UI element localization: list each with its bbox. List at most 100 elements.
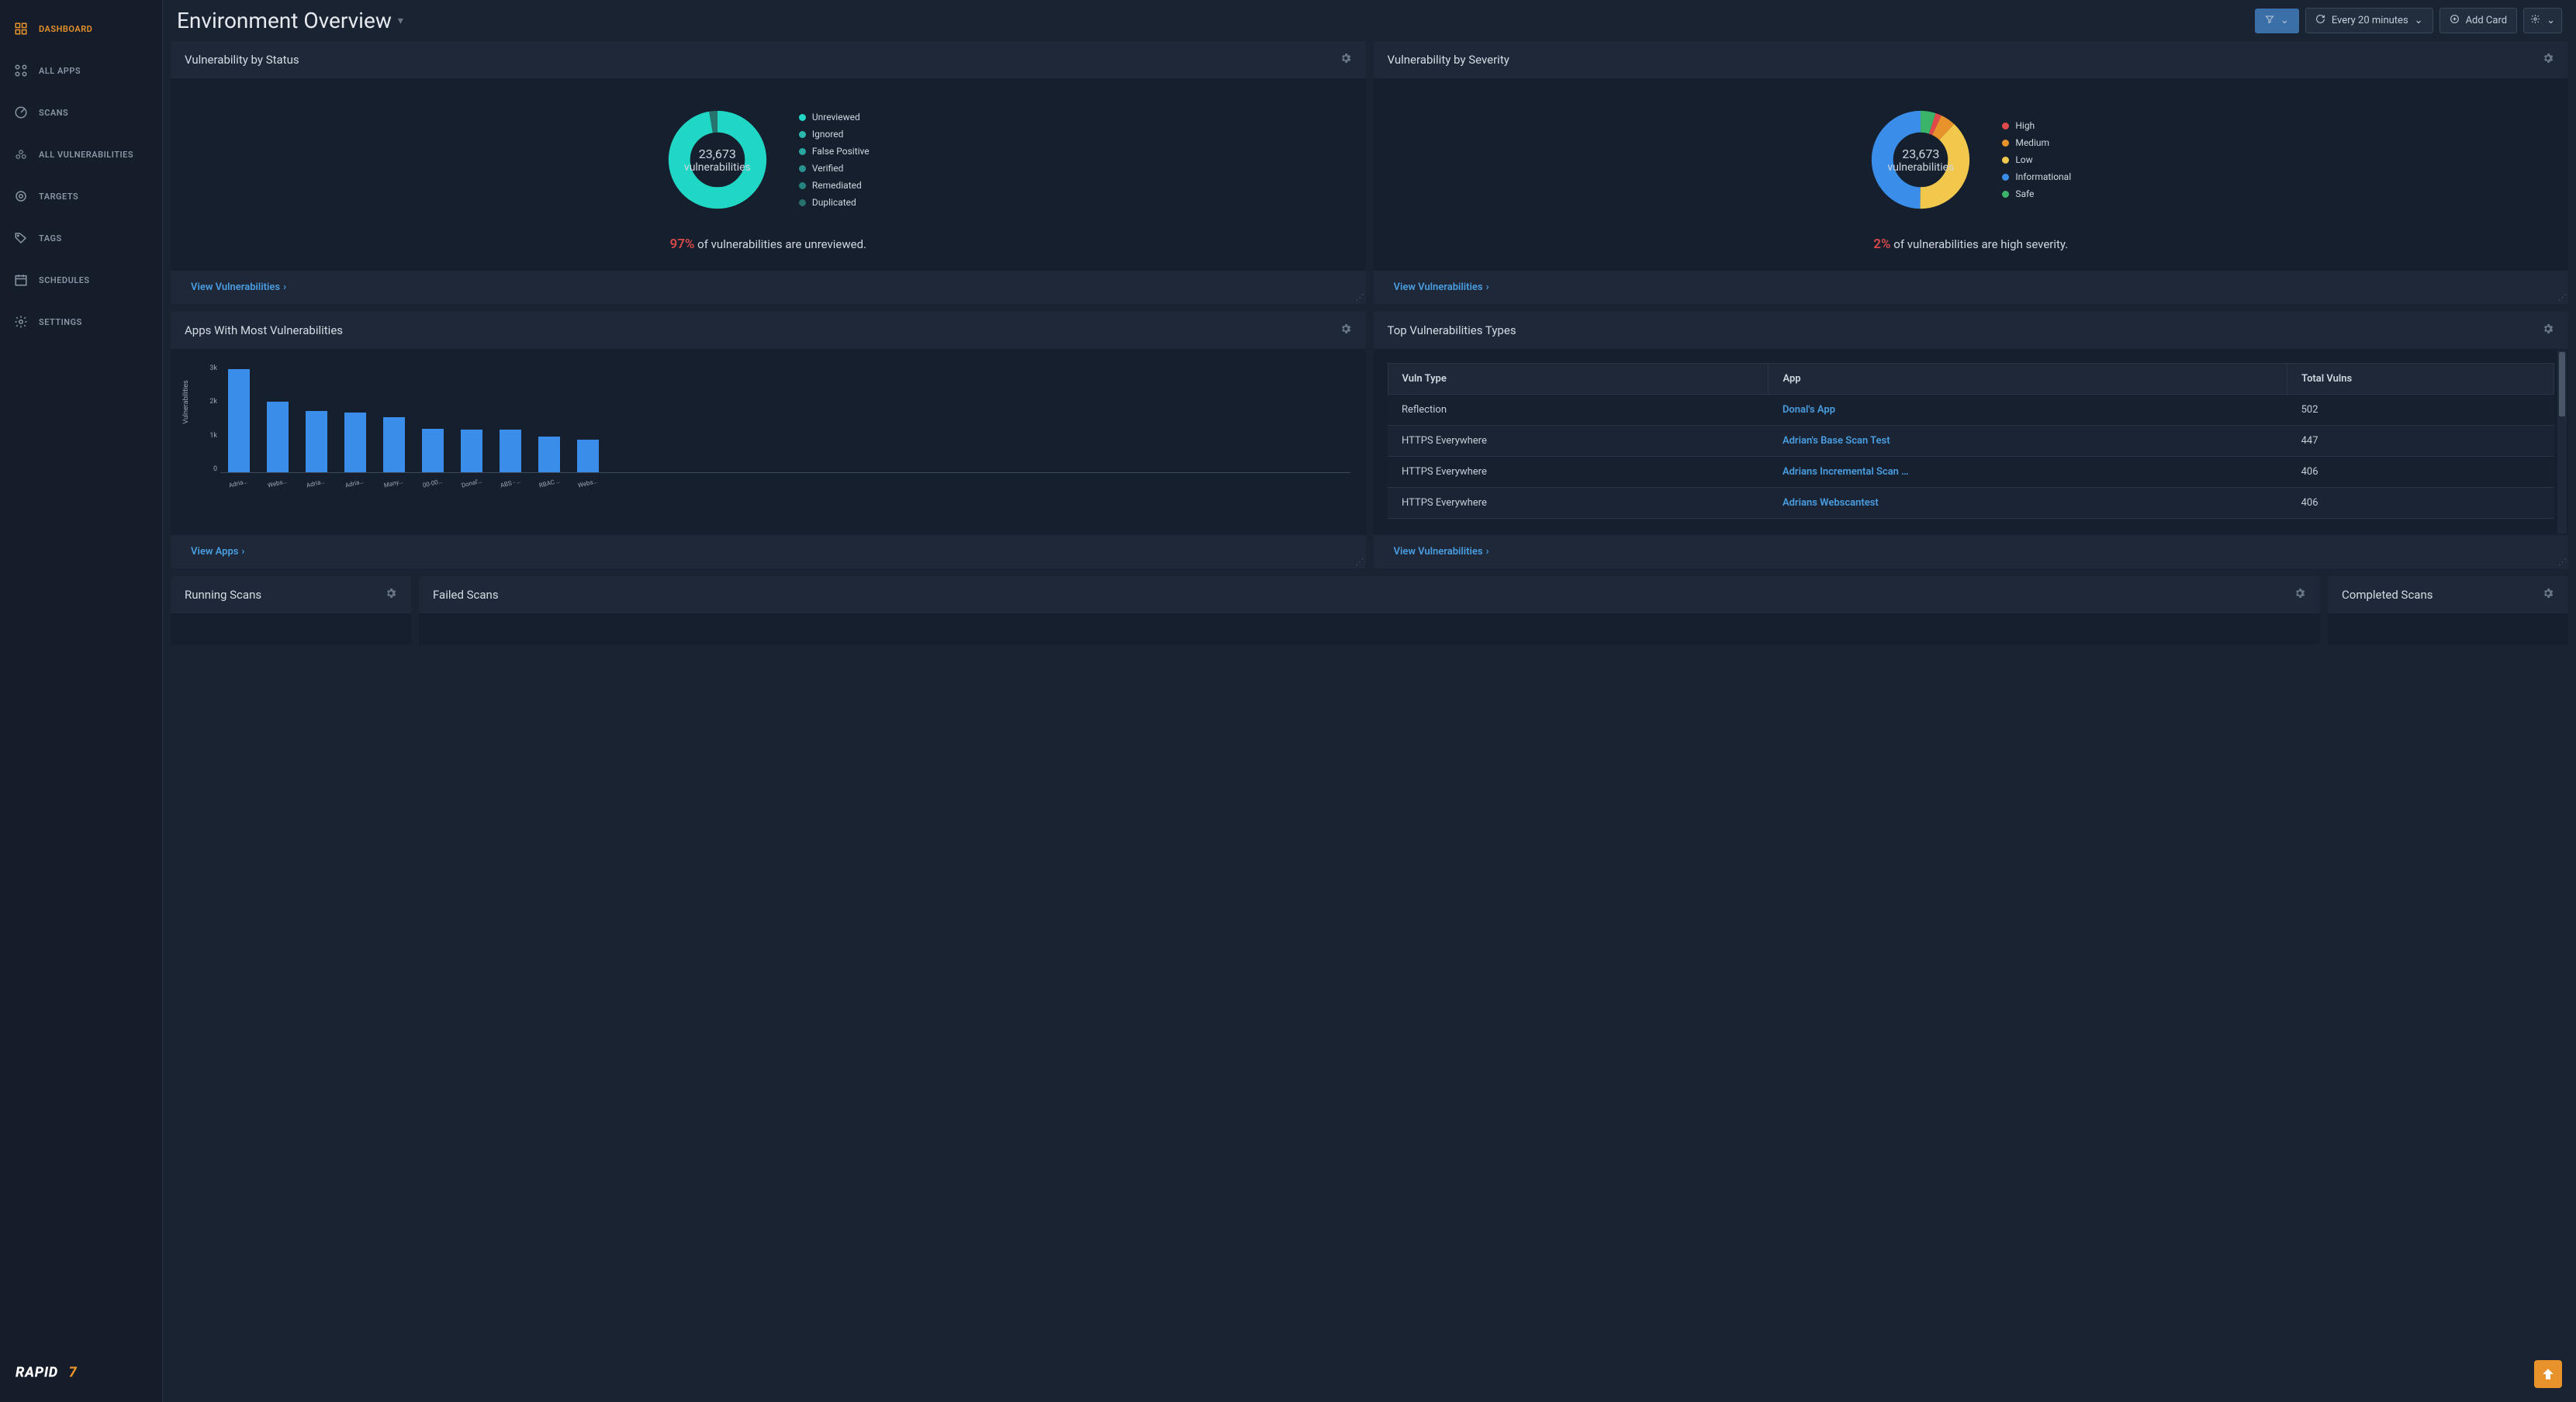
donut-chart-status: 23,673 vulnerabilities: [667, 109, 768, 210]
legend-status: Unreviewed Ignored False Positive Verifi…: [799, 112, 870, 208]
vuln-types-table: Vuln Type App Total Vulns ReflectionDona…: [1388, 363, 2555, 519]
resize-handle[interactable]: ⋰: [2558, 557, 2567, 567]
cell-total: 502: [2287, 395, 2554, 426]
view-vulnerabilities-link[interactable]: View Vulnerabilities›: [191, 281, 286, 293]
x-label: Adrians Incre…: [306, 477, 328, 489]
x-label: Webscantest 2: [577, 477, 600, 489]
sidebar-item-settings[interactable]: SETTINGS: [0, 301, 162, 343]
table-header[interactable]: App: [1769, 364, 2287, 395]
y-axis-ticks: 3k2k1k0: [203, 364, 217, 473]
table-row[interactable]: HTTPS Everywhere Adrians Incremental Scan…: [1388, 457, 2554, 488]
tag-icon: [14, 231, 28, 245]
app-link[interactable]: Adrians Webscantest: [1782, 497, 1879, 509]
page-title: Environment Overview ▾: [177, 8, 403, 33]
filter-button[interactable]: ⌄: [2255, 9, 2299, 33]
card-settings-icon[interactable]: [385, 587, 397, 603]
bar[interactable]: [344, 413, 366, 472]
resize-handle[interactable]: ⋰: [1356, 557, 1364, 567]
table-row[interactable]: HTTPS EverywhereAdrian's Base Scan Test4…: [1388, 426, 2554, 457]
table-row[interactable]: HTTPS EverywhereAdrians Webscantest406: [1388, 488, 2554, 519]
bar[interactable]: [461, 430, 482, 472]
legend-item: Safe: [2002, 188, 2071, 199]
card-settings-icon[interactable]: [2542, 323, 2554, 338]
resize-handle[interactable]: ⋰: [1356, 292, 1364, 302]
sidebar-item-label: SCHEDULES: [39, 275, 90, 285]
x-label: Adrians Web…: [344, 477, 367, 489]
bar[interactable]: [267, 402, 289, 472]
x-label: Webscantest: [267, 477, 289, 489]
donut-center-label: vulnerabilities: [1887, 161, 1954, 174]
chevron-down-icon[interactable]: ▾: [398, 15, 403, 27]
scroll-thumb[interactable]: [2559, 352, 2565, 416]
bar[interactable]: [228, 369, 250, 472]
view-vulnerabilities-link[interactable]: View Vulnerabilities›: [1394, 281, 1489, 293]
sidebar-item-label: TARGETS: [39, 192, 78, 202]
refresh-interval-button[interactable]: Every 20 minutes ⌄: [2305, 8, 2433, 33]
card-settings-icon[interactable]: [1340, 323, 1352, 338]
gear-icon: [14, 315, 28, 329]
refresh-interval-label: Every 20 minutes: [2332, 15, 2408, 26]
sidebar-item-targets[interactable]: TARGETS: [0, 175, 162, 217]
cell-vuln-type: HTTPS Everywhere: [1388, 457, 1769, 488]
card-settings-icon[interactable]: [2542, 52, 2554, 67]
view-vulnerabilities-link[interactable]: View Vulnerabilities›: [1394, 546, 1489, 558]
donut-center-number: 23,673: [699, 147, 736, 161]
sidebar-item-scans[interactable]: SCANS: [0, 92, 162, 133]
bar[interactable]: [383, 417, 405, 472]
chevron-down-icon: ⌄: [2280, 15, 2289, 26]
legend-severity: High Medium Low Informational Safe: [2002, 120, 2071, 199]
sidebar-item-schedules[interactable]: SCHEDULES: [0, 259, 162, 301]
scroll-top-fab[interactable]: [2534, 1360, 2562, 1388]
svg-text:RAPID: RAPID: [16, 1365, 58, 1381]
bar[interactable]: [306, 411, 327, 472]
view-apps-link[interactable]: View Apps›: [191, 546, 244, 558]
legend-dot: [799, 114, 806, 121]
card-settings-icon[interactable]: [2542, 587, 2554, 603]
bar[interactable]: [500, 430, 521, 472]
sidebar-item-dashboard[interactable]: DASHBOARD: [0, 8, 162, 50]
legend-dot: [2002, 157, 2009, 164]
sidebar-item-tags[interactable]: TAGS: [0, 217, 162, 259]
x-label: Adrian's Base…: [228, 477, 251, 489]
legend-dot: [2002, 191, 2009, 198]
donut-chart-severity: 23,673 vulnerabilities: [1870, 109, 1971, 210]
legend-item: High: [2002, 120, 2071, 131]
app-link[interactable]: Donal's App: [1782, 404, 1835, 416]
app-link[interactable]: Adrian's Base Scan Test: [1782, 435, 1890, 447]
card-title: Vulnerability by Severity: [1388, 53, 1509, 67]
card-title: Vulnerability by Status: [185, 53, 299, 67]
legend-dot: [2002, 140, 2009, 147]
app-link[interactable]: Adrians Incremental Scan …: [1782, 466, 1909, 478]
bar[interactable]: [422, 429, 444, 472]
table-row[interactable]: ReflectionDonal's App502: [1388, 395, 2554, 426]
bar[interactable]: [538, 437, 560, 472]
apps-icon: [14, 64, 28, 78]
add-card-button[interactable]: Add Card: [2439, 8, 2518, 33]
card-settings-icon[interactable]: [2294, 587, 2306, 603]
table-header[interactable]: Vuln Type: [1388, 364, 1769, 395]
table-header[interactable]: Total Vulns: [2287, 364, 2554, 395]
chevron-right-icon: ›: [241, 546, 244, 558]
table-scrollbar[interactable]: [2557, 350, 2567, 534]
chevron-down-icon: ⌄: [2415, 15, 2423, 26]
resize-handle[interactable]: ⋰: [2558, 292, 2567, 302]
legend-item: Duplicated: [799, 197, 870, 208]
card-apps-most-vulns: Apps With Most Vulnerabilities Vulnerabi…: [171, 312, 1366, 568]
card-failed-scans: Failed Scans: [419, 576, 2320, 644]
sidebar: DASHBOARD ALL APPS SCANS ALL VULNERABILI…: [0, 0, 163, 1402]
cell-vuln-type: HTTPS Everywhere: [1388, 488, 1769, 519]
settings-dropdown-button[interactable]: ⌄: [2523, 8, 2562, 33]
bar[interactable]: [577, 440, 599, 472]
sidebar-item-vulnerabilities[interactable]: ALL VULNERABILITIES: [0, 133, 162, 175]
legend-dot: [799, 199, 806, 206]
legend-dot: [799, 182, 806, 189]
sidebar-item-all-apps[interactable]: ALL APPS: [0, 50, 162, 92]
sidebar-item-label: DASHBOARD: [39, 24, 92, 34]
legend-item: Low: [2002, 154, 2071, 165]
legend-item: Unreviewed: [799, 112, 870, 123]
filter-icon: [2265, 15, 2274, 27]
calendar-icon: [14, 273, 28, 287]
chevron-right-icon: ›: [1486, 546, 1489, 558]
card-settings-icon[interactable]: [1340, 52, 1352, 67]
legend-dot: [2002, 174, 2009, 181]
